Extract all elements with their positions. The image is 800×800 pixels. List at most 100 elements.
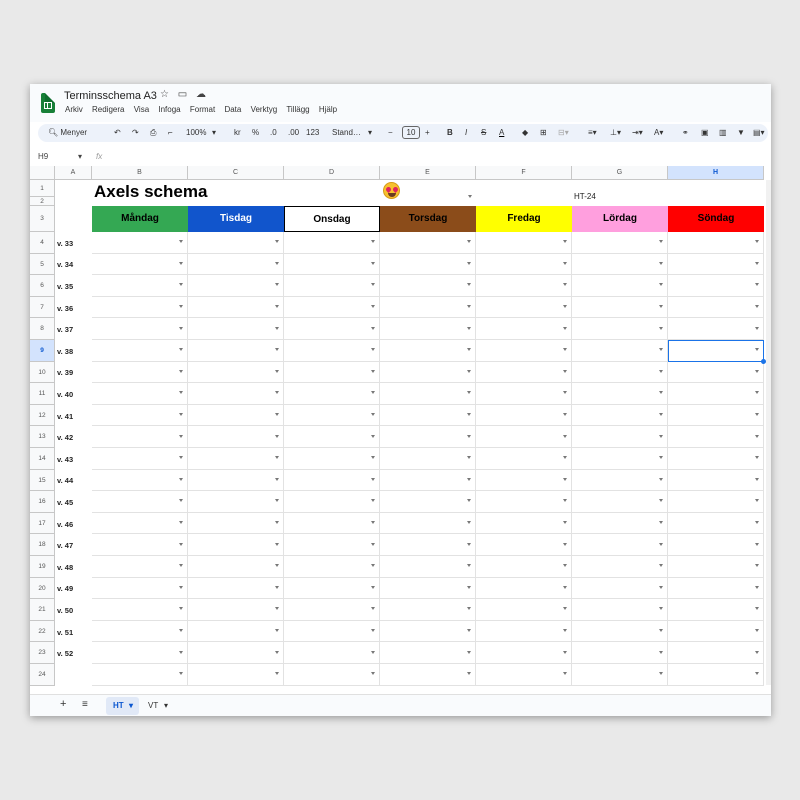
dropdown-arrow-icon[interactable] [179, 672, 183, 676]
column-header-e[interactable]: E [380, 166, 476, 180]
dropdown-arrow-icon[interactable] [371, 240, 375, 244]
dropdown-cell[interactable] [380, 664, 476, 686]
dropdown-cell[interactable] [380, 491, 476, 513]
dropdown-cell[interactable] [476, 512, 572, 535]
dropdown-arrow-icon[interactable] [179, 499, 183, 503]
dropdown-cell[interactable] [668, 556, 764, 578]
dropdown-cell[interactable] [380, 599, 476, 621]
dropdown-arrow-icon[interactable] [179, 456, 183, 460]
menu-item[interactable]: Infoga [158, 105, 180, 114]
dropdown-arrow-icon[interactable] [275, 283, 279, 287]
strikethrough-icon[interactable]: S [481, 128, 486, 137]
dropdown-arrow-icon[interactable] [563, 521, 567, 525]
row-header[interactable]: 22 [30, 620, 55, 643]
row-header[interactable]: 12 [30, 404, 55, 427]
row-header[interactable]: 8 [30, 318, 55, 340]
day-header[interactable]: Tisdag [188, 206, 284, 232]
dropdown-cell[interactable] [668, 512, 764, 535]
dropdown-arrow-icon[interactable] [659, 434, 663, 438]
dropdown-arrow-icon[interactable] [467, 607, 471, 611]
dropdown-cell[interactable] [476, 253, 572, 276]
dropdown-arrow-icon[interactable] [179, 283, 183, 287]
menu-item[interactable]: Format [190, 105, 215, 114]
dropdown-cell[interactable] [380, 556, 476, 578]
dropdown-cell[interactable] [572, 664, 668, 686]
dropdown-cell[interactable] [668, 296, 764, 319]
week-label[interactable]: v. 46 [57, 520, 73, 529]
dropdown-cell[interactable] [92, 296, 188, 319]
row-header[interactable]: 21 [30, 599, 55, 621]
dropdown-arrow-icon[interactable] [563, 283, 567, 287]
dropdown-cell[interactable] [92, 275, 188, 297]
column-header-h[interactable]: H [668, 166, 764, 180]
increase-decimals-button[interactable]: .00 [288, 128, 299, 137]
dropdown-cell[interactable] [380, 340, 476, 362]
dropdown-cell[interactable] [668, 620, 764, 643]
dropdown-cell[interactable] [188, 664, 284, 686]
dropdown-arrow-icon[interactable] [755, 391, 759, 395]
sheet-tab-vt[interactable]: VT [148, 701, 158, 710]
dropdown-cell[interactable] [92, 599, 188, 621]
week-label[interactable]: v. 49 [57, 584, 73, 593]
dropdown-cell[interactable] [476, 556, 572, 578]
dropdown-cell[interactable] [188, 534, 284, 556]
dropdown-arrow-icon[interactable] [467, 564, 471, 568]
dropdown-cell[interactable] [284, 664, 380, 686]
dropdown-cell[interactable] [92, 512, 188, 535]
dropdown-arrow-icon[interactable] [659, 456, 663, 460]
dropdown-arrow-icon[interactable] [563, 542, 567, 546]
dropdown-arrow-icon[interactable] [659, 542, 663, 546]
week-label[interactable]: v. 38 [57, 347, 73, 356]
dropdown-arrow-icon[interactable] [755, 326, 759, 330]
redo-icon[interactable]: ↷ [132, 128, 139, 137]
dropdown-arrow-icon[interactable] [659, 499, 663, 503]
dropdown-cell[interactable] [284, 340, 380, 362]
dropdown-arrow-icon[interactable] [467, 521, 471, 525]
dropdown-arrow-icon[interactable] [467, 348, 471, 352]
sheet-tab-ht[interactable]: HT ▾ [106, 697, 139, 715]
row-header[interactable]: 3 [30, 206, 55, 232]
dropdown-cell[interactable] [380, 642, 476, 664]
dropdown-arrow-icon[interactable] [659, 413, 663, 417]
dropdown-cell[interactable] [92, 577, 188, 600]
row-header[interactable]: 15 [30, 469, 55, 492]
dropdown-cell[interactable] [284, 361, 380, 384]
dropdown-arrow-icon[interactable] [467, 413, 471, 417]
dropdown-arrow-icon[interactable] [659, 521, 663, 525]
undo-icon[interactable]: ↶ [114, 128, 121, 137]
dropdown-arrow-icon[interactable] [371, 348, 375, 352]
dropdown-arrow-icon[interactable] [275, 391, 279, 395]
dropdown-arrow-icon[interactable] [755, 305, 759, 309]
dropdown-cell[interactable] [572, 383, 668, 405]
dropdown-cell[interactable] [188, 426, 284, 448]
week-label[interactable]: v. 40 [57, 390, 73, 399]
dropdown-cell[interactable] [572, 491, 668, 513]
day-header[interactable]: Onsdag [284, 206, 380, 232]
dropdown-cell[interactable] [188, 469, 284, 492]
dropdown-cell[interactable] [476, 426, 572, 448]
row-header[interactable]: 10 [30, 361, 55, 384]
dropdown-arrow-icon[interactable] [659, 564, 663, 568]
dropdown-arrow-icon[interactable] [563, 413, 567, 417]
dropdown-cell[interactable] [284, 383, 380, 405]
dropdown-cell[interactable] [476, 275, 572, 297]
dropdown-arrow-icon[interactable] [467, 477, 471, 481]
dropdown-arrow-icon[interactable] [659, 672, 663, 676]
font-size-decrease-icon[interactable]: − [388, 128, 393, 137]
dropdown-arrow-icon[interactable] [275, 521, 279, 525]
dropdown-cell[interactable] [476, 318, 572, 340]
dropdown-arrow-icon[interactable] [371, 391, 375, 395]
dropdown-arrow-icon[interactable] [467, 369, 471, 373]
dropdown-cell[interactable] [572, 361, 668, 384]
dropdown-cell[interactable] [572, 577, 668, 600]
dropdown-cell[interactable] [668, 404, 764, 427]
dropdown-cell[interactable] [284, 404, 380, 427]
week-label[interactable]: v. 47 [57, 541, 73, 550]
dropdown-arrow-icon[interactable] [371, 477, 375, 481]
dropdown-arrow-icon[interactable] [179, 326, 183, 330]
week-label[interactable]: v. 45 [57, 498, 73, 507]
filter-views-icon[interactable]: ▤▾ [753, 128, 765, 137]
week-label[interactable]: v. 42 [57, 433, 73, 442]
dropdown-arrow-icon[interactable] [179, 564, 183, 568]
dropdown-cell[interactable] [572, 275, 668, 297]
